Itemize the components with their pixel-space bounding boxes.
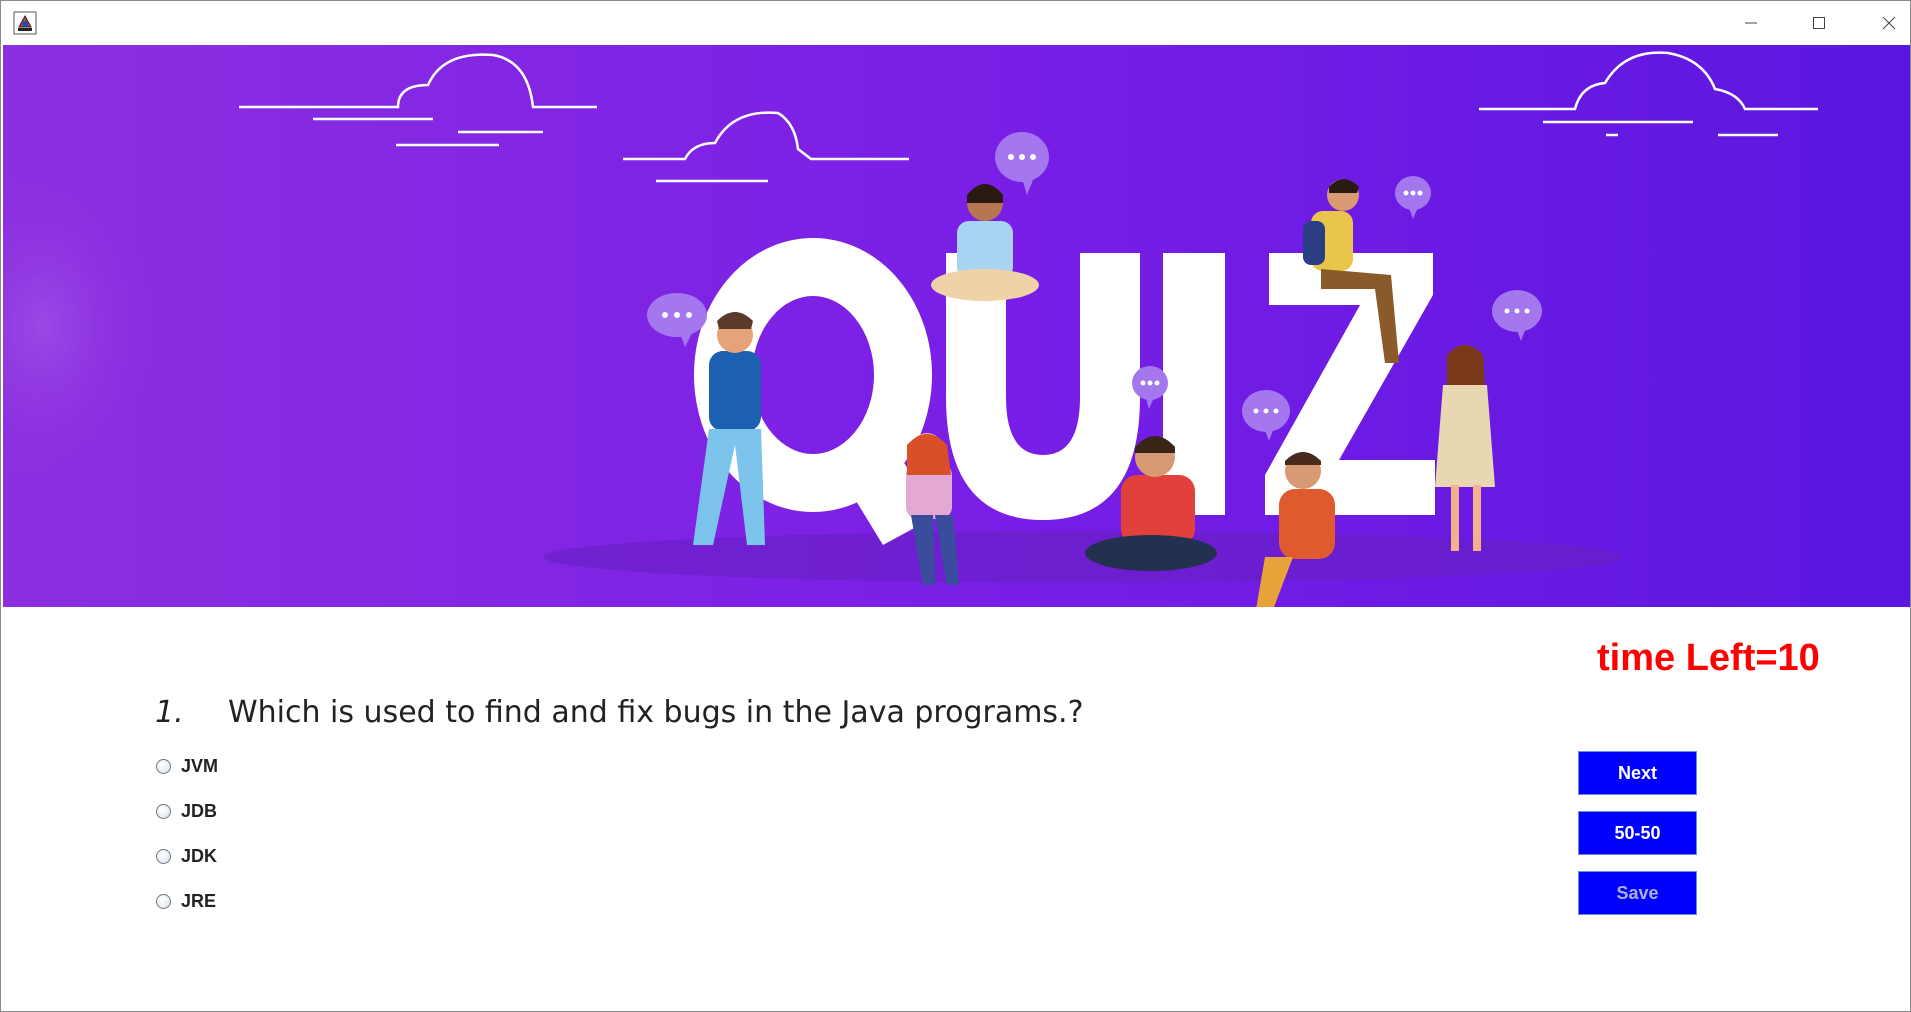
radio-button[interactable] bbox=[156, 848, 171, 864]
close-button[interactable] bbox=[1857, 1, 1911, 45]
option-jvm[interactable]: JVM bbox=[156, 751, 218, 781]
time-left-label: time Left=10 bbox=[1597, 637, 1820, 679]
radio-button[interactable] bbox=[156, 893, 171, 909]
minimize-button[interactable] bbox=[1719, 1, 1783, 45]
option-label: JDK bbox=[181, 845, 218, 866]
next-button[interactable]: Next bbox=[1578, 751, 1697, 795]
quiz-window: time Left=10 1. Which is used to find an… bbox=[0, 0, 1911, 1012]
option-jdb[interactable]: JDB bbox=[156, 796, 217, 826]
fifty-fifty-button[interactable]: 50-50 bbox=[1578, 811, 1697, 855]
option-label: JDB bbox=[181, 800, 218, 821]
option-jre[interactable]: JRE bbox=[156, 886, 216, 916]
option-label: JVM bbox=[181, 755, 219, 776]
option-jdk[interactable]: JDK bbox=[156, 841, 217, 871]
quiz-banner-image bbox=[3, 45, 1910, 607]
java-app-icon bbox=[13, 11, 37, 35]
title-bar bbox=[1, 1, 1910, 45]
close-icon bbox=[1882, 16, 1896, 30]
question-text: Which is used to find and fix bugs in th… bbox=[228, 695, 1084, 730]
radio-button[interactable] bbox=[156, 758, 171, 774]
maximize-icon bbox=[1813, 17, 1825, 29]
maximize-button[interactable] bbox=[1787, 1, 1851, 45]
question-number: 1. bbox=[155, 695, 184, 730]
save-button[interactable]: Save bbox=[1578, 871, 1697, 915]
option-label: JRE bbox=[181, 890, 217, 911]
minimize-icon bbox=[1745, 22, 1757, 24]
radio-button[interactable] bbox=[156, 803, 171, 819]
